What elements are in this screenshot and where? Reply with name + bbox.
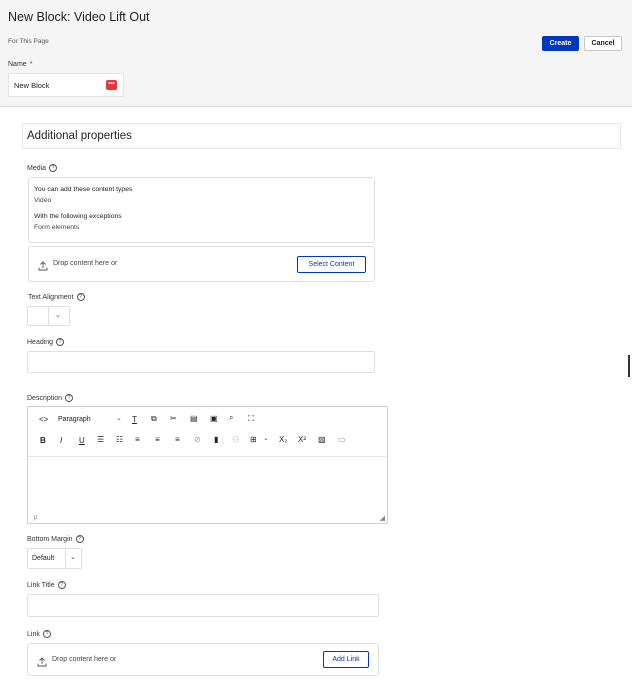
chevron-down-icon[interactable]: ⌄ [116, 414, 122, 422]
heading-input[interactable] [27, 351, 375, 373]
text-alignment-label: Text Alignment ? [28, 293, 85, 301]
editor-status-path: p [34, 515, 38, 521]
media-embed-icon[interactable]: ▭ [338, 435, 346, 444]
heading-label: Heading ? [27, 338, 65, 346]
create-button[interactable]: Create [542, 36, 579, 51]
upload-icon [37, 654, 47, 672]
image-icon[interactable]: ▨ [318, 435, 326, 444]
link-title-label: Link Title ? [27, 581, 66, 589]
page-title: New Block: Video Lift Out [8, 10, 150, 24]
help-icon[interactable]: ? [42, 630, 51, 638]
search-icon[interactable]: ⌕ [229, 413, 233, 423]
name-label-text: Name [8, 61, 27, 68]
select-content-button[interactable]: Select Content [297, 256, 366, 273]
chevron-down-icon[interactable]: ⌄ [263, 434, 269, 442]
italic-icon[interactable]: I [60, 436, 62, 445]
chevron-down-icon: ⌄ [70, 554, 76, 561]
description-editor[interactable]: <> Paragraph ⌄ T ⧉ ✂ ▤ ▣ ⌕ ⛶ B I U ☰ ☷ ≡… [27, 406, 388, 524]
link-drop-text: Drop content here or [52, 656, 117, 663]
required-marker: * [29, 61, 33, 68]
help-icon[interactable]: ? [56, 338, 65, 346]
bold-icon[interactable]: B [40, 436, 46, 445]
allowed-types-heading: You can add these content types [34, 186, 133, 193]
link-title-input[interactable] [27, 594, 379, 617]
table-icon[interactable]: ⊞ [250, 435, 257, 444]
help-icon[interactable]: ? [57, 581, 66, 589]
bookmark-icon[interactable]: ▮ [214, 435, 218, 444]
media-label: Media ? [27, 164, 58, 172]
exceptions-value: Form elements [34, 224, 80, 231]
clear-format-icon[interactable]: T [132, 415, 137, 424]
link-label-text: Link [27, 630, 40, 638]
align-center-icon[interactable]: ≡ [155, 435, 160, 444]
name-input[interactable]: New Block ••• [8, 73, 124, 97]
description-label-text: Description [27, 394, 63, 402]
name-label: Name * [8, 61, 32, 68]
bottom-margin-label: Bottom Margin ? [27, 535, 84, 543]
personalize-icon[interactable]: ⚇ [232, 435, 239, 444]
link-icon[interactable]: ⊘ [194, 435, 201, 444]
editor-toolbar-row-1: <> Paragraph ⌄ T ⧉ ✂ ▤ ▣ ⌕ ⛶ [28, 412, 387, 432]
align-left-icon[interactable]: ≡ [135, 435, 140, 444]
paste-icon[interactable]: ▤ [190, 414, 198, 423]
link-label: Link ? [27, 630, 51, 638]
chevron-down-icon: ⌄ [55, 312, 61, 319]
source-code-icon[interactable]: <> [39, 415, 48, 424]
bottom-margin-select[interactable]: Default ⌄ [27, 548, 82, 569]
bottom-margin-value: Default [32, 555, 55, 562]
description-label: Description ? [27, 394, 74, 402]
help-icon[interactable]: ? [65, 394, 74, 402]
heading-label-text: Heading [27, 338, 54, 346]
media-dropzone[interactable]: Drop content here or Select Content [28, 246, 375, 282]
bullet-list-icon[interactable]: ☰ [97, 435, 104, 444]
copy-icon[interactable]: ⧉ [151, 414, 157, 424]
media-allowed-types: You can add these content types Video Wi… [28, 177, 375, 243]
link-title-label-text: Link Title [27, 581, 55, 589]
name-input-value: New Block [14, 81, 50, 90]
page-subtitle: For This Page [8, 38, 49, 45]
additional-properties-panel: Additional properties [22, 123, 621, 149]
exceptions-heading: With the following exceptions [34, 213, 122, 220]
help-icon[interactable]: ? [76, 293, 85, 301]
bottom-margin-label-text: Bottom Margin [27, 535, 73, 543]
cancel-button[interactable]: Cancel [584, 36, 622, 51]
allowed-types-value: Video [34, 197, 52, 204]
cut-icon[interactable]: ✂ [170, 414, 177, 423]
text-alignment-select[interactable]: ⌄ [27, 306, 70, 326]
fullscreen-icon[interactable]: ⛶ [248, 414, 254, 424]
select-divider [65, 549, 66, 568]
paste-text-icon[interactable]: ▣ [210, 414, 218, 423]
select-divider [48, 307, 49, 325]
help-icon[interactable]: ? [75, 535, 84, 543]
media-label-text: Media [27, 164, 47, 172]
media-drop-text: Drop content here or [53, 260, 118, 267]
resize-handle-icon[interactable]: ◢ [380, 514, 385, 522]
align-right-icon[interactable]: ≡ [175, 435, 180, 444]
help-icon[interactable]: ? [49, 164, 58, 172]
superscript-icon[interactable]: X² [298, 435, 306, 444]
editor-separator [28, 456, 387, 457]
underline-icon[interactable]: U [79, 436, 85, 445]
scrollbar-thumb[interactable] [628, 355, 630, 377]
password-manager-icon[interactable]: ••• [106, 80, 117, 90]
numbered-list-icon[interactable]: ☷ [116, 435, 123, 444]
upload-icon [38, 258, 48, 276]
link-dropzone[interactable]: Drop content here or Add Link [27, 643, 379, 676]
editor-toolbar-row-2: B I U ☰ ☷ ≡ ≡ ≡ ⊘ ▮ ⚇ ⊞ ⌄ X₂ X² ▨ ▭ [28, 433, 387, 453]
add-link-button[interactable]: Add Link [323, 651, 369, 668]
subscript-icon[interactable]: X₂ [279, 435, 287, 444]
paragraph-select[interactable]: Paragraph [58, 416, 91, 423]
panel-title: Additional properties [27, 130, 132, 142]
text-alignment-label-text: Text Alignment [28, 293, 74, 301]
block-header: New Block: Video Lift Out For This Page … [0, 0, 632, 107]
